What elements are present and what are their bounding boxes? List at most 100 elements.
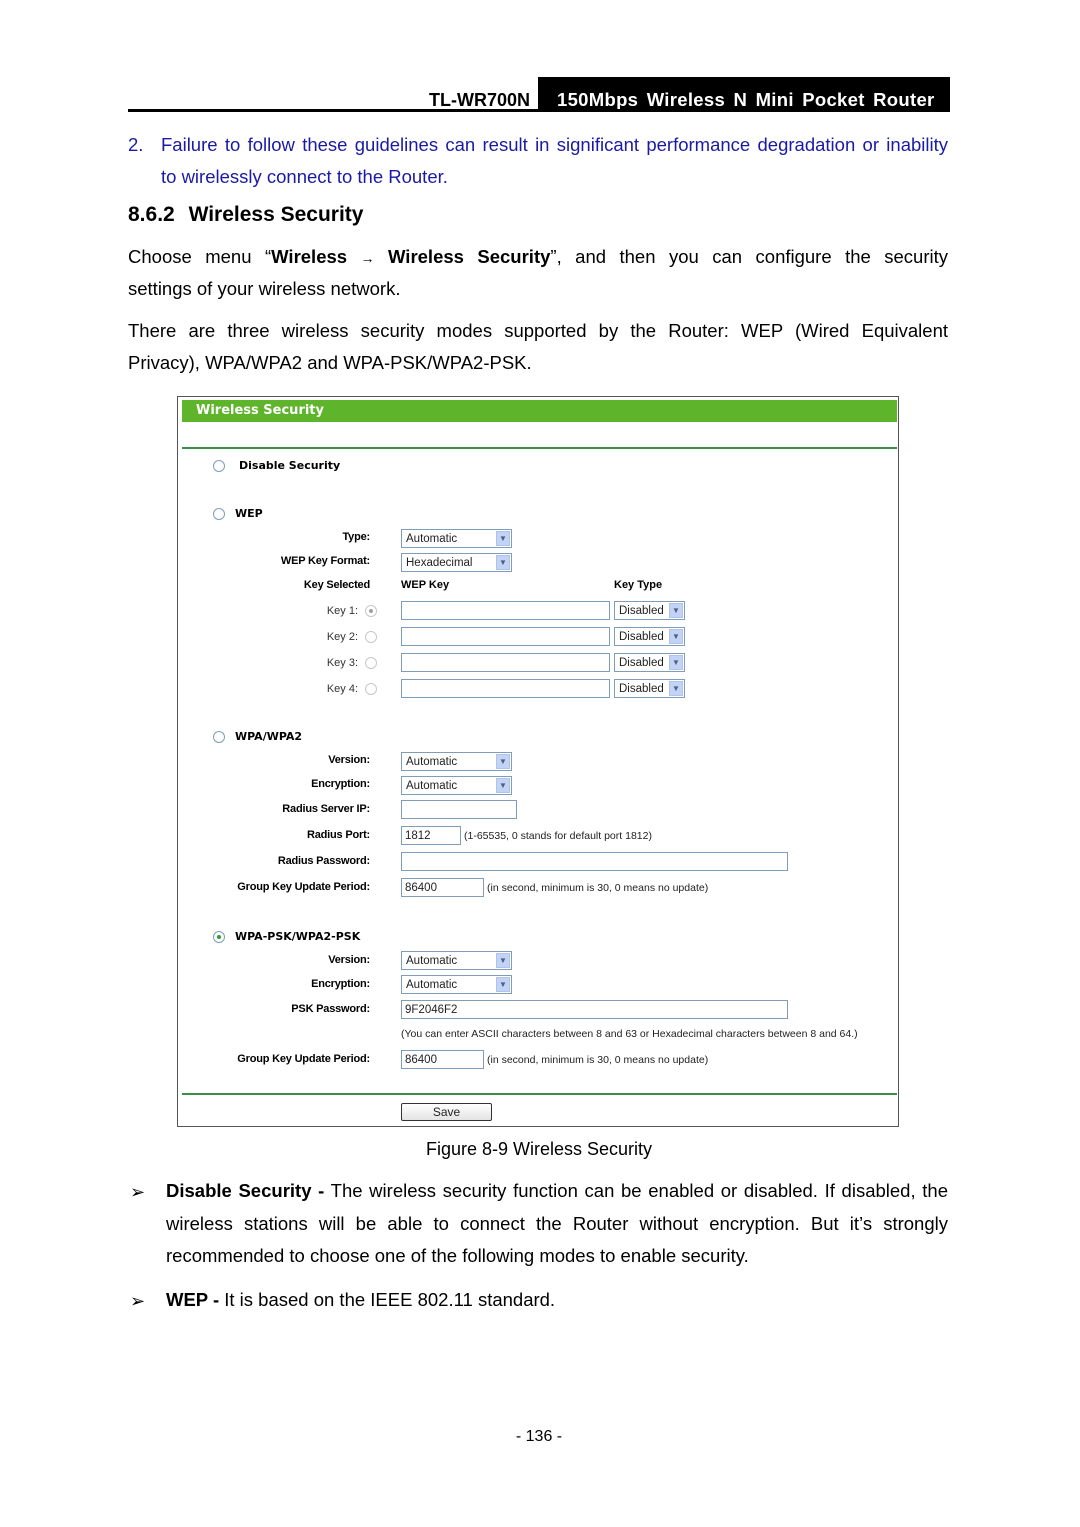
radius-port-input[interactable]: 1812 [401,826,461,845]
psk-group-key-input[interactable]: 86400 [401,1050,484,1069]
radius-server-ip-input[interactable] [401,800,517,819]
wpa-encryption-label: Encryption: [311,778,370,790]
psk-password-input[interactable]: 9F2046F2 [401,1000,788,1019]
wep-label: WEP [235,507,263,520]
chevron-down-icon: ▼ [496,555,510,570]
page-number: - 136 - [515,1428,563,1445]
bullet-term: WEP - [166,1289,220,1310]
bullet-term: Disable Security - [166,1180,325,1201]
note-line-1: Failure to follow these guidelines can r… [161,134,948,155]
wpa-group-key-label: Group Key Update Period: [237,881,370,893]
key-2-type-value: Disabled [619,631,664,643]
bullet-text: The wireless security function can be en… [324,1180,948,1201]
key-1-label: Key 1: [326,605,358,617]
wep-type-select[interactable]: Automatic ▼ [401,529,512,548]
radius-password-label: Radius Password: [277,855,370,867]
wep-type-value: Automatic [406,533,458,545]
chevron-down-icon: ▼ [496,977,510,992]
key-2-label: Key 2: [326,631,358,643]
key-1-radio[interactable] [365,605,377,617]
key-selected-header: Key Selected [303,579,370,591]
wpa-label: WPA/WPA2 [235,730,303,743]
intro-text: ”, and then you can configure the securi… [550,246,949,267]
psk-version-select[interactable]: Automatic ▼ [401,951,512,970]
bullet-disable-security-line-1: Disable Security - The wireless security… [166,1175,948,1207]
key-3-radio[interactable] [365,657,377,669]
section-title: Wireless Security [188,203,364,226]
chevron-down-icon: ▼ [496,953,510,968]
chevron-down-icon: ▼ [669,681,683,696]
save-button[interactable]: Save [401,1103,492,1121]
key-1-input[interactable] [401,601,610,620]
section-number: 8.6.2 [128,203,175,226]
wpa-psk-label: WPA-PSK/WPA2-PSK [235,930,361,943]
arrow-right-icon: → [360,250,375,266]
psk-version-label: Version: [328,954,370,966]
wep-key-format-label: WEP Key Format: [280,555,370,567]
chevron-down-icon: ▼ [496,778,510,793]
note-line-2: to wirelessly connect to the Router. [161,166,448,187]
bullet-arrow-icon: ➢ [130,1291,146,1311]
wpa-encryption-select[interactable]: Automatic ▼ [401,776,512,795]
wpa-radio[interactable] [213,731,225,743]
key-3-input[interactable] [401,653,610,672]
wpa-version-value: Automatic [406,756,458,768]
menu-wireless-security: Wireless Security [388,246,551,267]
radius-server-ip-label: Radius Server IP: [282,803,370,815]
key-4-label: Key 4: [326,683,358,695]
bullet-disable-security-line-3: recommended to choose one of the followi… [166,1245,749,1266]
key-3-label: Key 3: [326,657,358,669]
wep-key-format-value: Hexadecimal [406,557,473,569]
intro-text: Choose menu “ [128,246,272,267]
intro-paragraph-2-line-2: Privacy), WPA/WPA2 and WPA-PSK/WPA2-PSK. [128,352,532,373]
wpa-group-key-input[interactable]: 86400 [401,878,484,897]
radius-password-input[interactable] [401,852,788,871]
wep-radio[interactable] [213,508,225,520]
psk-encryption-select[interactable]: Automatic ▼ [401,975,512,994]
bullet-disable-security-line-2: wireless stations will be able to connec… [166,1213,948,1234]
radius-port-label: Radius Port: [307,829,370,841]
disable-security-label: Disable Security [239,459,341,472]
psk-encryption-value: Automatic [406,979,458,991]
wpa-version-label: Version: [328,754,370,766]
bullet-wep-line-1: WEP - It is based on the IEEE 802.11 sta… [166,1284,555,1316]
key-2-input[interactable] [401,627,610,646]
bullet-arrow-icon: ➢ [130,1182,146,1202]
psk-password-hint: (You can enter ASCII characters between … [401,1028,858,1040]
key-1-type-select[interactable]: Disabled ▼ [614,601,685,620]
intro-paragraph-1-line-2: settings of your wireless network. [128,278,401,299]
key-2-radio[interactable] [365,631,377,643]
section-heading: 8.6.2 Wireless Security [128,203,363,227]
key-4-type-select[interactable]: Disabled ▼ [614,679,685,698]
psk-group-key-label: Group Key Update Period: [237,1053,370,1065]
wpa-psk-radio[interactable] [213,931,225,943]
wpa-version-select[interactable]: Automatic ▼ [401,752,512,771]
intro-paragraph-2-line-1: There are three wireless security modes … [128,320,948,341]
psk-group-key-hint: (in second, minimum is 30, 0 means no up… [487,1054,709,1066]
header-rule [128,109,950,112]
key-type-header: Key Type [614,579,663,591]
psk-version-value: Automatic [406,955,458,967]
wep-key-format-select[interactable]: Hexadecimal ▼ [401,553,512,572]
chevron-down-icon: ▼ [496,754,510,769]
chevron-down-icon: ▼ [496,531,510,546]
figure-caption: Figure 8-9 Wireless Security [425,1139,653,1159]
disable-security-radio[interactable] [213,460,225,472]
figure-title-bar: Wireless Security [182,400,897,422]
key-2-type-select[interactable]: Disabled ▼ [614,627,685,646]
wpa-group-key-hint: (in second, minimum is 30, 0 means no up… [487,882,709,894]
chevron-down-icon: ▼ [669,629,683,644]
header-model: TL-WR700N [428,90,530,110]
chevron-down-icon: ▼ [669,655,683,670]
radius-port-hint: (1-65535, 0 stands for default port 1812… [464,830,652,842]
key-3-type-select[interactable]: Disabled ▼ [614,653,685,672]
psk-password-label: PSK Password: [291,1003,370,1015]
header-product: 150Mbps Wireless N Mini Pocket Router [538,77,950,111]
key-4-radio[interactable] [365,683,377,695]
figure-bottom-separator [182,1093,897,1095]
intro-paragraph-1-line-1: Choose menu “Wireless → Wireless Securit… [128,241,948,274]
bullet-text: It is based on the IEEE 802.11 standard. [219,1289,556,1310]
key-4-input[interactable] [401,679,610,698]
wep-type-label: Type: [342,531,370,543]
wep-key-header: WEP Key [401,579,450,591]
